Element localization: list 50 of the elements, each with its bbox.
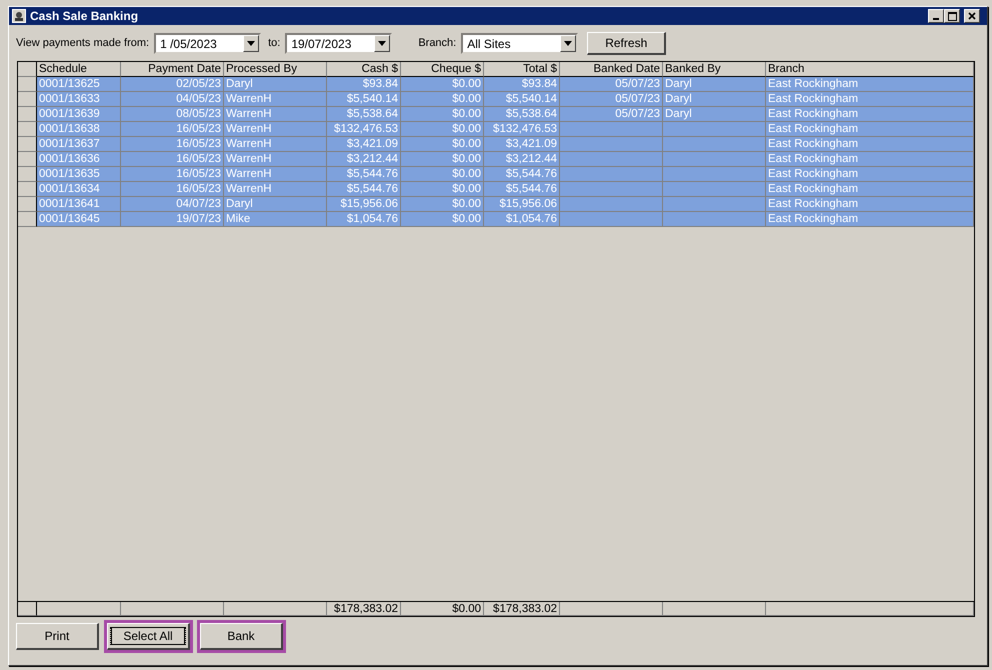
window-title: Cash Sale Banking	[30, 8, 140, 25]
row-selector[interactable]	[18, 182, 37, 197]
action-button[interactable]: Bank	[200, 623, 283, 650]
table-row[interactable]: 0001/13634 16/05/23 WarrenH $5,544.76 $0.00 $5,544.76 East Rockingham	[37, 182, 974, 197]
row-selector[interactable]	[18, 77, 37, 92]
total-cell: $0.00	[401, 602, 484, 616]
close-button[interactable]	[964, 9, 980, 23]
table-row[interactable]: 0001/13635 16/05/23 WarrenH $5,544.76 $0.00 $5,544.76 East Rockingham	[37, 167, 974, 182]
dropdown-arrow-icon	[378, 41, 386, 46]
row-selector[interactable]	[18, 197, 37, 212]
table-cell: $1,054.76	[327, 212, 401, 227]
row-selector[interactable]	[18, 92, 37, 107]
table-row[interactable]: 0001/13645 19/07/23 Mike $1,054.76 $0.00 $1,054.76 East Rockingham	[37, 212, 974, 227]
row-selector[interactable]	[18, 212, 37, 227]
action-button[interactable]: Print	[16, 623, 99, 650]
dropdown-arrow-icon	[247, 41, 256, 46]
app-icon	[12, 9, 26, 23]
date-dropdown[interactable]: 1 /05/2023	[154, 33, 262, 54]
branch-dropdown[interactable]: All Sites	[461, 33, 578, 54]
minimize-button[interactable]	[928, 9, 944, 23]
field-label: View payments made from:	[16, 36, 150, 52]
date-dropdown[interactable]: 19/07/2023	[285, 33, 392, 54]
dropdown-arrow-icon	[564, 41, 572, 46]
row-selector[interactable]	[18, 167, 37, 182]
row-selector[interactable]	[18, 137, 37, 152]
table-row[interactable]: 0001/13637 16/05/23 WarrenH $3,421.09 $0.00 $3,421.09 East Rockingham	[37, 137, 974, 152]
action-button[interactable]: Select All	[107, 623, 190, 650]
close-icon	[968, 12, 976, 20]
table-row[interactable]: 0001/13633 04/05/23 WarrenH $5,540.14 $0.00 $5,540.14 05/07/23 Daryl East Rockingham	[37, 92, 974, 107]
total-cell: $178,383.02	[327, 602, 401, 616]
table-row[interactable]: 0001/13638 16/05/23 WarrenH $132,476.53 $0.00 $132,476.53 East Rockingham	[37, 122, 974, 137]
table-cell: $1,054.76	[484, 212, 560, 227]
refresh-button[interactable]: Refresh	[587, 32, 666, 55]
table-cell: 0001/13645	[37, 212, 121, 227]
row-selector[interactable]	[18, 122, 37, 137]
table-row[interactable]: 0001/13625 02/05/23 Daryl $93.84 $0.00 $93.84 05/07/23 Daryl East Rockingham	[37, 77, 974, 92]
row-selector[interactable]	[18, 152, 37, 167]
table-row[interactable]: 0001/13636 16/05/23 WarrenH $3,212.44 $0.00 $3,212.44 East Rockingham	[37, 152, 974, 167]
field-label: to:	[268, 36, 280, 52]
row-selector[interactable]	[18, 107, 37, 122]
field-label: Branch:	[418, 36, 456, 52]
total-cell: $178,383.02	[484, 602, 560, 616]
table-row[interactable]: 0001/13639 08/05/23 WarrenH $5,538.64 $0.00 $5,538.64 05/07/23 Daryl East Rockingham	[37, 107, 974, 122]
table-row[interactable]: 0001/13641 04/07/23 Daryl $15,956.06 $0.00 $15,956.06 East Rockingham	[37, 197, 974, 212]
table-cell: East Rockingham	[766, 212, 974, 227]
table-cell: Mike	[224, 212, 327, 227]
table-cell: 19/07/23	[121, 212, 224, 227]
maximize-icon	[948, 12, 956, 20]
table-cell: $0.00	[401, 212, 484, 227]
maximize-button[interactable]	[944, 9, 960, 23]
